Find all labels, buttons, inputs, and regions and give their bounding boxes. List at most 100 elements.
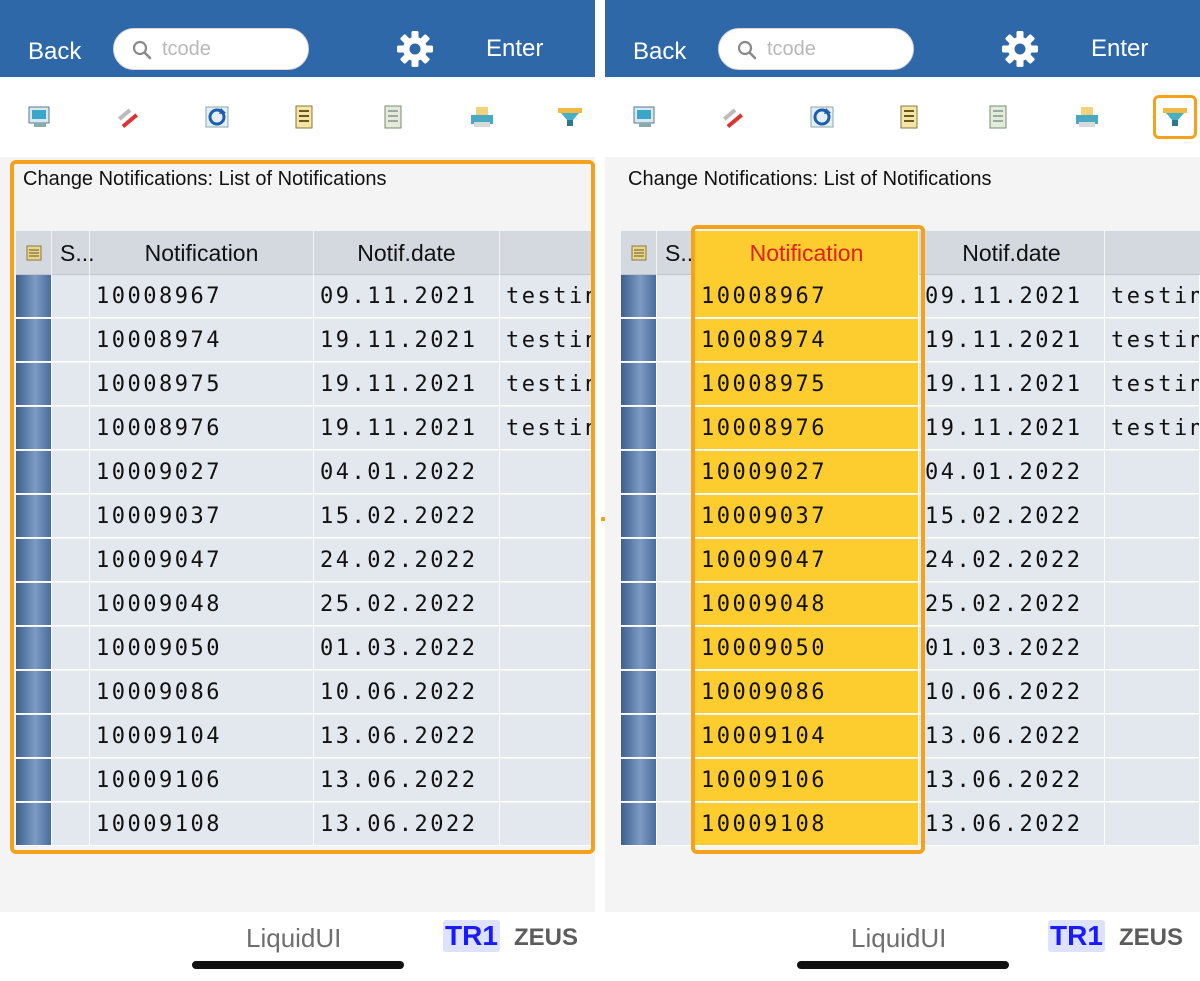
search-icon bbox=[737, 40, 757, 60]
cell-description bbox=[1105, 803, 1200, 846]
column-header-notif-date[interactable]: Notif.date bbox=[919, 231, 1105, 275]
column-selector-header[interactable] bbox=[621, 231, 657, 275]
gear-icon[interactable] bbox=[1000, 29, 1040, 69]
cell-notif-date: 09.11.2021 bbox=[919, 275, 1105, 318]
details-icon[interactable] bbox=[285, 97, 325, 137]
server-label: ZEUS bbox=[1119, 924, 1184, 951]
row-selector[interactable] bbox=[621, 583, 657, 626]
cell-status bbox=[657, 671, 695, 714]
row-selector[interactable] bbox=[621, 539, 657, 582]
cell-description bbox=[1105, 759, 1200, 802]
screen-before: Back tcode Enter Change Notifications: L… bbox=[0, 0, 595, 981]
enter-button[interactable]: Enter bbox=[486, 35, 543, 63]
display-icon[interactable] bbox=[625, 97, 665, 137]
cell-status bbox=[657, 407, 695, 450]
enter-button[interactable]: Enter bbox=[1091, 35, 1148, 63]
cell-notif-date: 13.06.2022 bbox=[919, 803, 1105, 846]
layout-icon bbox=[631, 245, 646, 261]
cell-notif-date: 19.11.2021 bbox=[919, 319, 1105, 362]
home-indicator[interactable] bbox=[797, 961, 1009, 969]
details-icon[interactable] bbox=[890, 97, 930, 137]
cell-description bbox=[1105, 583, 1200, 626]
tcode-placeholder: tcode bbox=[767, 38, 816, 60]
cell-description bbox=[1105, 627, 1200, 670]
column-header-status[interactable]: S... bbox=[657, 231, 700, 275]
display-icon[interactable] bbox=[20, 97, 60, 137]
cell-description: testin bbox=[1105, 275, 1200, 318]
bottom-bar: LiquidUI TR1 ZEUS bbox=[0, 912, 595, 981]
cell-status bbox=[657, 275, 695, 318]
cell-status bbox=[657, 759, 695, 802]
toolbar bbox=[605, 77, 1200, 157]
toolbar bbox=[0, 77, 595, 157]
filter-icon[interactable] bbox=[550, 97, 590, 137]
cell-notif-date: 19.11.2021 bbox=[919, 407, 1105, 450]
screen-after: Back tcode Enter Change Notifications: L… bbox=[605, 0, 1200, 981]
cell-notif-date: 13.06.2022 bbox=[919, 759, 1105, 802]
document-icon[interactable] bbox=[374, 97, 414, 137]
row-selector[interactable] bbox=[621, 407, 657, 450]
row-selector[interactable] bbox=[621, 363, 657, 406]
back-button[interactable]: Back bbox=[28, 38, 81, 66]
cell-status bbox=[657, 363, 695, 406]
system-badge: TR1 bbox=[1048, 920, 1105, 952]
cell-notif-date: 24.02.2022 bbox=[919, 539, 1105, 582]
edit-icon[interactable] bbox=[108, 97, 148, 137]
cell-description bbox=[1105, 715, 1200, 758]
cell-description: testin bbox=[1105, 363, 1200, 406]
cell-notif-date: 04.01.2022 bbox=[919, 451, 1105, 494]
document-icon[interactable] bbox=[979, 97, 1019, 137]
system-badge: TR1 bbox=[443, 920, 500, 952]
back-button[interactable]: Back bbox=[633, 38, 686, 66]
row-selector[interactable] bbox=[621, 627, 657, 670]
print-icon[interactable] bbox=[462, 97, 502, 137]
cell-description: testin bbox=[1105, 319, 1200, 362]
gear-icon[interactable] bbox=[395, 29, 435, 69]
row-selector[interactable] bbox=[621, 319, 657, 362]
cell-description bbox=[1105, 495, 1200, 538]
filter-icon[interactable] bbox=[1153, 95, 1197, 139]
row-selector[interactable] bbox=[621, 803, 657, 846]
cell-status bbox=[657, 495, 695, 538]
print-icon[interactable] bbox=[1067, 97, 1107, 137]
cell-status bbox=[657, 539, 695, 582]
top-nav-bar: Back tcode Enter bbox=[605, 0, 1200, 77]
brand-label: LiquidUI bbox=[851, 923, 947, 953]
cell-status bbox=[657, 319, 695, 362]
cell-status bbox=[657, 583, 695, 626]
cell-notif-date: 13.06.2022 bbox=[919, 715, 1105, 758]
row-selector[interactable] bbox=[621, 671, 657, 714]
tcode-input[interactable]: tcode bbox=[718, 28, 914, 70]
cell-notif-date: 10.06.2022 bbox=[919, 671, 1105, 714]
row-selector[interactable] bbox=[621, 451, 657, 494]
row-selector[interactable] bbox=[621, 495, 657, 538]
home-indicator[interactable] bbox=[192, 961, 404, 969]
top-nav-bar: Back tcode Enter bbox=[0, 0, 595, 77]
row-selector[interactable] bbox=[621, 715, 657, 758]
cell-status bbox=[657, 715, 695, 758]
cell-description: testin bbox=[1105, 407, 1200, 450]
cell-notif-date: 15.02.2022 bbox=[919, 495, 1105, 538]
row-selector[interactable] bbox=[621, 759, 657, 802]
refresh-icon[interactable] bbox=[802, 97, 842, 137]
cell-notif-date: 01.03.2022 bbox=[919, 627, 1105, 670]
row-selector[interactable] bbox=[621, 275, 657, 318]
cell-status bbox=[657, 627, 695, 670]
table-highlight-frame bbox=[10, 160, 595, 854]
cell-status bbox=[657, 803, 695, 846]
refresh-icon[interactable] bbox=[197, 97, 237, 137]
cell-notif-date: 19.11.2021 bbox=[919, 363, 1105, 406]
page-title: Change Notifications: List of Notificati… bbox=[628, 168, 992, 190]
server-label: ZEUS bbox=[514, 924, 579, 951]
cell-status bbox=[657, 451, 695, 494]
column-header-description[interactable] bbox=[1105, 231, 1200, 275]
cell-description bbox=[1105, 451, 1200, 494]
tcode-input[interactable]: tcode bbox=[113, 28, 309, 70]
bottom-bar: LiquidUI TR1 ZEUS bbox=[605, 912, 1200, 981]
cell-description bbox=[1105, 539, 1200, 582]
edit-icon[interactable] bbox=[713, 97, 753, 137]
cell-description bbox=[1105, 671, 1200, 714]
search-icon bbox=[132, 40, 152, 60]
cell-notif-date: 25.02.2022 bbox=[919, 583, 1105, 626]
column-highlight-frame bbox=[691, 225, 925, 854]
